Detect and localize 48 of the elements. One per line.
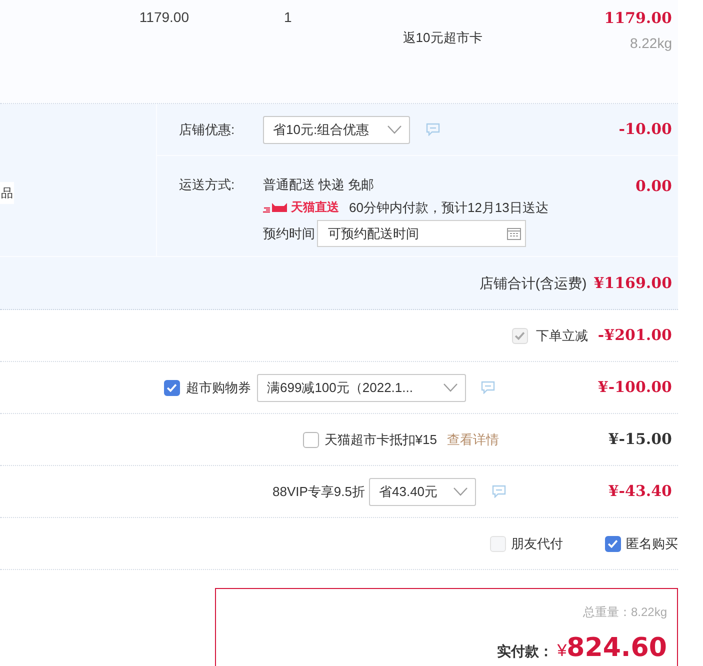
checkmark-icon	[608, 540, 618, 548]
chat-bubble-icon[interactable]	[481, 381, 495, 394]
checkbox[interactable]	[303, 432, 320, 448]
quantity: 1	[284, 8, 292, 27]
shop-total: ¥1169.00	[594, 272, 672, 294]
chevron-down-icon	[453, 487, 468, 496]
currency-sign: ¥	[557, 640, 567, 662]
item-weight: 8.22kg	[630, 34, 672, 53]
field-label: 预约时间	[263, 224, 315, 243]
discount-label: 88VIP专享9.5折	[272, 482, 365, 501]
promo-text: 返10元超市卡	[402, 29, 482, 47]
unit-price: 1179.00	[138, 8, 189, 27]
item-subtotal: 1179.00	[604, 8, 672, 29]
option-label: 匿名购买	[626, 534, 678, 553]
amount: -10.00	[618, 119, 672, 140]
checkmark-icon	[167, 384, 177, 392]
checkbox[interactable]	[164, 380, 180, 396]
total-weight: 总重量：8.22kg	[582, 604, 667, 621]
chat-bubble-icon[interactable]	[492, 485, 506, 498]
checkmark-icon	[515, 332, 525, 340]
calendar-icon[interactable]	[507, 227, 521, 240]
amount: ¥-43.40	[608, 481, 672, 502]
delivery-estimate: 60分钟内付款，预计12月13日送达	[349, 198, 548, 216]
pay-label: 实付款：	[497, 642, 554, 661]
cat-head-icon	[263, 202, 289, 213]
field-label: 店铺优惠:	[179, 120, 236, 139]
option-label: 朋友代付	[511, 534, 563, 553]
pay-amount: 824.60	[566, 635, 667, 661]
chevron-down-icon	[387, 125, 402, 134]
amount: -¥201.00	[598, 325, 672, 346]
checkbox[interactable]	[605, 536, 621, 552]
amount: ¥-15.00	[608, 429, 672, 450]
amount: 0.00	[635, 176, 672, 197]
dropdown-select[interactable]: 省43.40元	[369, 478, 476, 506]
dropdown-select[interactable]: 满699减100元（2022.1...	[257, 374, 466, 402]
amount: ¥-100.00	[598, 377, 672, 398]
chevron-down-icon	[443, 383, 458, 392]
shipping-method: 普通配送 快递 免邮	[263, 176, 376, 194]
delivery-service-label: 天猫直送	[291, 199, 339, 216]
chat-bubble-icon[interactable]	[426, 123, 440, 136]
discount-label: 超市购物券	[186, 378, 251, 397]
discount-label: 天猫超市卡抵扣¥15	[324, 430, 437, 449]
discount-label: 下单立减	[536, 326, 588, 345]
field-label: 运送方式:	[179, 176, 236, 194]
shop-total-label: 店铺合计(含运费)	[479, 274, 587, 293]
item-tag: 品	[0, 182, 14, 204]
date-input-field[interactable]: 可预约配送时间	[317, 220, 526, 247]
dropdown-select[interactable]: 省10元:组合优惠	[263, 116, 410, 144]
